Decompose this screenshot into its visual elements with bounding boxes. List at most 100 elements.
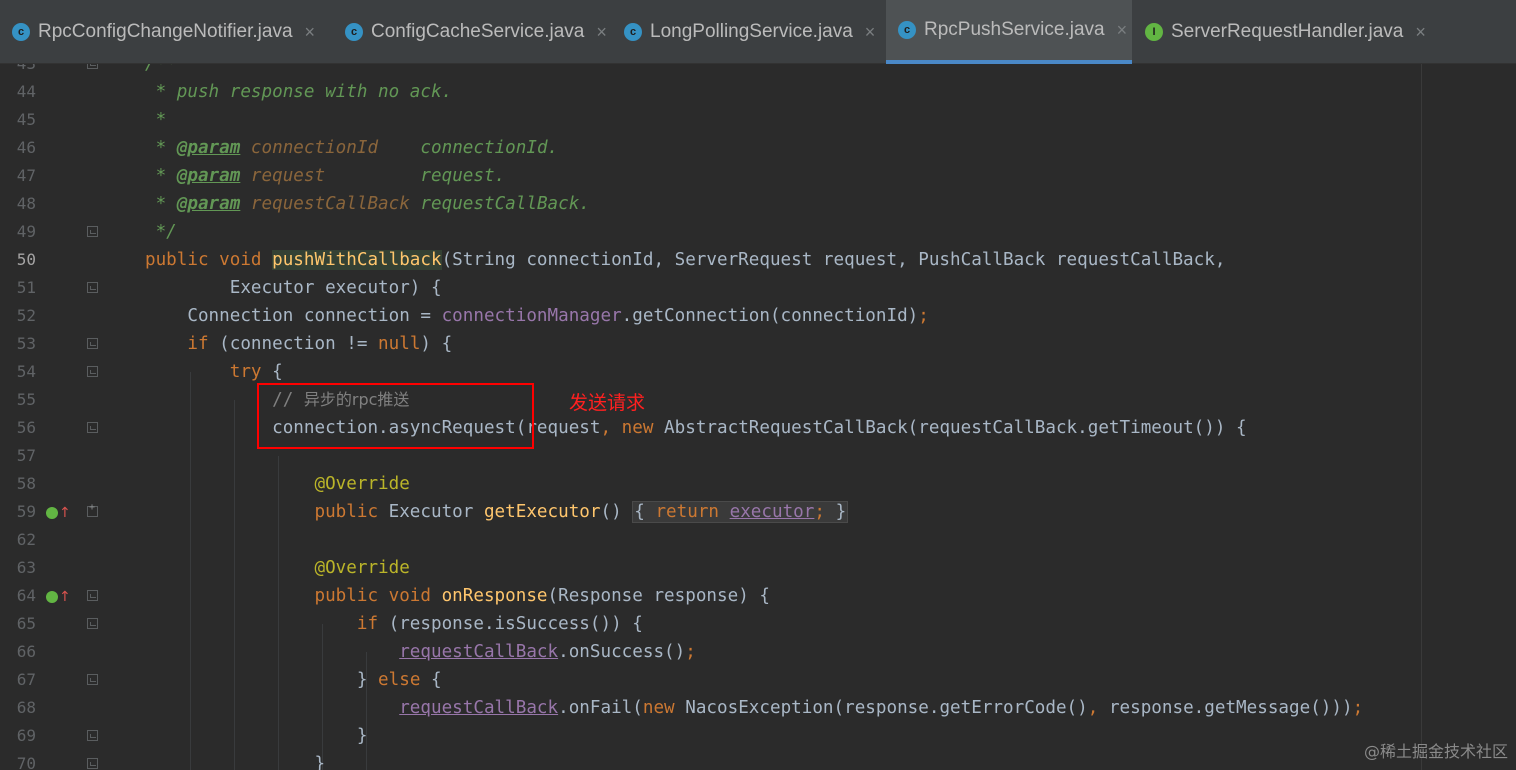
gutter-line: 64 ↑ — [0, 582, 120, 610]
fold-icon[interactable] — [87, 64, 98, 69]
line-number: 65 — [16, 614, 36, 633]
gutter-line: 68 — [0, 694, 120, 722]
close-tab-icon[interactable]: × — [1117, 20, 1128, 41]
tab-rpc-push-service[interactable]: c RpcPushService.java × — [886, 0, 1132, 64]
code-line: if (connection != null) { — [145, 334, 453, 354]
line-number: 51 — [16, 278, 36, 297]
line-number: 56 — [16, 418, 36, 437]
interface-file-icon: I — [1145, 23, 1163, 41]
gutter-line: 52 — [0, 302, 120, 330]
code-editor[interactable]: 43 44 45 46 47 48 49 50 51 52 53 54 55 5… — [0, 64, 1516, 770]
code-line: if (response.isSuccess()) { — [145, 614, 643, 634]
tab-server-request-handler[interactable]: I ServerRequestHandler.java × — [1133, 0, 1443, 64]
fold-icon[interactable] — [87, 758, 98, 769]
gutter-line: 63 — [0, 554, 120, 582]
gutter-line: 69 — [0, 722, 120, 750]
class-file-icon: c — [345, 23, 363, 41]
fold-icon[interactable] — [87, 282, 98, 293]
gutter-line: 48 — [0, 190, 120, 218]
annotation-label: 发送请求 — [569, 392, 646, 414]
folded-block[interactable]: { return executor; } — [632, 501, 849, 523]
fold-icon[interactable] — [87, 590, 98, 601]
fold-icon[interactable] — [87, 366, 98, 377]
code-line: } — [145, 726, 368, 746]
line-number: 47 — [16, 166, 36, 185]
code-line: Executor executor) { — [145, 278, 442, 298]
close-tab-icon[interactable]: × — [1415, 22, 1426, 43]
line-number: 52 — [16, 306, 36, 325]
line-number: 67 — [16, 670, 36, 689]
code-line: * — [145, 110, 167, 130]
override-method-icon[interactable]: ↑ — [46, 505, 71, 521]
code-line: /** — [145, 64, 177, 74]
fold-icon[interactable] — [87, 730, 98, 741]
gutter-line: 57 — [0, 442, 120, 470]
fold-expand-icon[interactable] — [87, 502, 98, 517]
code-line: } else { — [145, 670, 442, 690]
gutter-line: 70 — [0, 750, 120, 770]
fold-icon[interactable] — [87, 618, 98, 629]
line-number: 45 — [16, 110, 36, 129]
gutter-line: 51 — [0, 274, 120, 302]
code-line: @Override — [145, 558, 410, 578]
line-number: 57 — [16, 446, 36, 465]
code-line: * @param connectionId connectionId. — [145, 138, 559, 158]
tab-rpc-config-change-notifier[interactable]: c RpcConfigChangeNotifier.java × — [0, 0, 332, 64]
line-number: 44 — [16, 82, 36, 101]
fold-icon[interactable] — [87, 338, 98, 349]
line-number: 49 — [16, 222, 36, 241]
fold-icon[interactable] — [87, 674, 98, 685]
line-number: 46 — [16, 138, 36, 157]
line-number: 43 — [0, 64, 36, 78]
gutter-line: 65 — [0, 610, 120, 638]
highlight-box — [257, 383, 534, 449]
gutter-line: 56 — [0, 414, 120, 442]
line-number: 55 — [16, 390, 36, 409]
class-file-icon: c — [12, 23, 30, 41]
gutter-line: 44 — [0, 78, 120, 106]
fold-icon[interactable] — [87, 226, 98, 237]
code-line: * push response with no ack. — [145, 82, 453, 102]
tab-label: RpcPushService.java — [924, 19, 1105, 40]
gutter-line: 66 — [0, 638, 120, 666]
line-number: 66 — [16, 642, 36, 661]
gutter-line: 67 — [0, 666, 120, 694]
close-tab-icon[interactable]: × — [305, 22, 316, 43]
class-file-icon: c — [624, 23, 642, 41]
gutter-line: 58 — [0, 470, 120, 498]
line-number: 59 — [16, 502, 36, 521]
tab-long-polling-service[interactable]: c LongPollingService.java × — [612, 0, 885, 64]
gutter-line: 49 — [0, 218, 120, 246]
gutter-line: 47 — [0, 162, 120, 190]
line-number: 64 — [16, 586, 36, 605]
close-tab-icon[interactable]: × — [865, 22, 876, 43]
code-line-current: public void pushWithCallback(String conn… — [145, 250, 1226, 270]
tab-config-cache-service[interactable]: c ConfigCacheService.java × — [333, 0, 611, 64]
gutter-line: 54 — [0, 358, 120, 386]
tab-label: RpcConfigChangeNotifier.java — [38, 21, 293, 42]
current-line-number: 50 — [16, 250, 36, 269]
code-line: public void onResponse(Response response… — [145, 586, 770, 606]
tab-label: ServerRequestHandler.java — [1171, 21, 1404, 42]
watermark: @稀土掘金技术社区 — [1363, 742, 1508, 761]
fold-icon[interactable] — [87, 422, 98, 433]
line-number: 70 — [16, 754, 36, 770]
code-line: requestCallBack.onFail(new NacosExceptio… — [399, 698, 1364, 718]
line-number: 68 — [16, 698, 36, 717]
code-line: } — [145, 754, 326, 770]
tab-label: LongPollingService.java — [650, 21, 853, 42]
gutter-line: 53 — [0, 330, 120, 358]
line-number: 54 — [16, 362, 36, 381]
code-line: * @param requestCallBack requestCallBack… — [145, 194, 590, 214]
gutter-line: 55 — [0, 386, 120, 414]
tab-label: ConfigCacheService.java — [371, 21, 585, 42]
code-line: try { — [145, 362, 283, 382]
close-tab-icon[interactable]: × — [596, 22, 607, 43]
override-method-icon[interactable]: ↑ — [46, 589, 71, 605]
line-number: 63 — [16, 558, 36, 577]
line-number: 69 — [16, 726, 36, 745]
right-margin-guide — [1421, 64, 1422, 770]
line-number: 48 — [16, 194, 36, 213]
gutter-line: 43 — [0, 64, 120, 78]
editor-tab-bar: c RpcConfigChangeNotifier.java × c Confi… — [0, 0, 1516, 64]
